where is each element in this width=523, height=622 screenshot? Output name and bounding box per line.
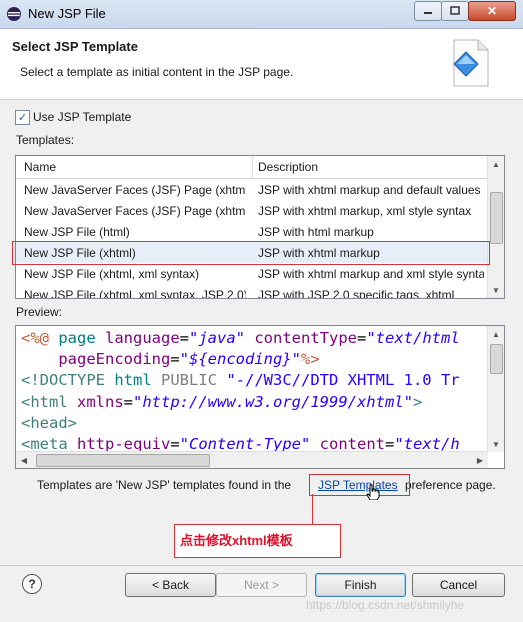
checkmark-icon: ✓	[17, 112, 28, 124]
page-description: Select a template as initial content in …	[20, 65, 294, 79]
table-row[interactable]: New JSP File (xhtml, xml syntax) JSP wit…	[16, 263, 488, 284]
code-line: <head>	[21, 414, 77, 432]
preview-horizontal-scrollbar[interactable]: ◀ ▶	[16, 451, 488, 468]
close-button[interactable]: ✕	[468, 1, 516, 21]
row-name: New JavaServer Faces (JSF) Page (xhtml, …	[24, 204, 246, 218]
jsp-wizard-icon	[453, 39, 489, 87]
help-icon[interactable]: ?	[22, 574, 42, 594]
scrollbar-thumb[interactable]	[490, 192, 503, 244]
next-button[interactable]: Next >	[216, 573, 307, 597]
row-name: New JavaServer Faces (JSF) Page (xhtml)	[24, 183, 246, 197]
table-row[interactable]: New JSP File (xhtml, xml syntax, JSP 2.0…	[16, 284, 488, 299]
templates-label: Templates:	[16, 133, 75, 147]
row-name: New JSP File (html)	[24, 225, 130, 239]
close-icon: ✕	[486, 4, 498, 18]
row-description: JSP with xhtml markup and xml style synt…	[258, 267, 484, 281]
scrollbar-thumb[interactable]	[36, 454, 210, 467]
hand-cursor-icon	[366, 484, 380, 500]
preview-vertical-scrollbar[interactable]: ▲ ▼	[487, 326, 504, 452]
use-jsp-template-label: Use JSP Template	[33, 110, 132, 124]
row-description: JSP with xhtml markup and default values	[258, 183, 481, 197]
scroll-down-icon[interactable]: ▼	[488, 436, 504, 452]
templates-info-suffix: preference page.	[405, 478, 496, 492]
selected-row-annotation-box	[12, 241, 490, 265]
code-line: <%@ page language="java" contentType="te…	[21, 329, 460, 347]
preview-label: Preview:	[16, 305, 63, 319]
back-button[interactable]: < Back	[125, 573, 216, 597]
eclipse-app-icon	[7, 7, 21, 21]
code-line: <html xmlns="http://www.w3.org/1999/xhtm…	[21, 393, 423, 411]
finish-button[interactable]: Finish	[315, 573, 406, 597]
link-annotation-box	[309, 474, 410, 496]
table-row[interactable]: New JSP File (html) JSP with html markup	[16, 221, 488, 242]
page-title: Select JSP Template	[12, 39, 138, 54]
column-header-description[interactable]: Description	[258, 160, 318, 174]
row-name: New JSP File (xhtml, xml syntax, JSP 2.0…	[24, 288, 246, 299]
row-name: New JSP File (xhtml, xml syntax)	[24, 267, 200, 281]
cancel-button[interactable]: Cancel	[412, 573, 505, 597]
column-header-name[interactable]: Name	[24, 160, 56, 174]
preview-code-area: <%@ page language="java" contentType="te…	[15, 325, 505, 469]
code-line: pageEncoding="${encoding}"%>	[21, 350, 320, 368]
templates-table[interactable]: Name Description New JavaServer Faces (J…	[15, 155, 505, 299]
scrollbar-thumb[interactable]	[490, 344, 503, 374]
table-header: Name Description	[16, 156, 488, 179]
row-description: JSP with JSP 2.0 specific tags, xhtml	[258, 288, 455, 299]
row-description: JSP with xhtml markup, xml style syntax	[258, 204, 472, 218]
divider	[0, 565, 523, 566]
scroll-up-icon[interactable]: ▲	[488, 156, 504, 172]
scroll-right-icon[interactable]: ▶	[472, 452, 488, 468]
use-jsp-template-checkbox[interactable]: ✓	[15, 110, 30, 125]
row-description: JSP with html markup	[258, 225, 374, 239]
templates-info-text: Templates are 'New JSP' templates found …	[37, 478, 292, 492]
templates-vertical-scrollbar[interactable]: ▲ ▼	[487, 156, 504, 298]
annotation-text: 点击修改xhtml模板	[180, 533, 293, 548]
column-divider[interactable]	[252, 156, 253, 178]
code-line: <!DOCTYPE html PUBLIC "-//W3C//DTD XHTML…	[21, 371, 460, 389]
minimize-icon	[424, 12, 432, 14]
table-row[interactable]: New JavaServer Faces (JSF) Page (xhtml) …	[16, 179, 488, 200]
window-title: New JSP File	[28, 6, 106, 21]
scroll-up-icon[interactable]: ▲	[488, 326, 504, 342]
maximize-icon	[450, 6, 460, 15]
scroll-left-icon[interactable]: ◀	[16, 452, 32, 468]
maximize-button[interactable]	[441, 1, 469, 21]
watermark-text: https://blog.csdn.net/shmilyhe	[306, 598, 465, 612]
scroll-down-icon[interactable]: ▼	[488, 282, 504, 298]
minimize-button[interactable]	[414, 1, 442, 21]
table-row[interactable]: New JavaServer Faces (JSF) Page (xhtml, …	[16, 200, 488, 221]
annotation-leader-line	[312, 494, 313, 525]
